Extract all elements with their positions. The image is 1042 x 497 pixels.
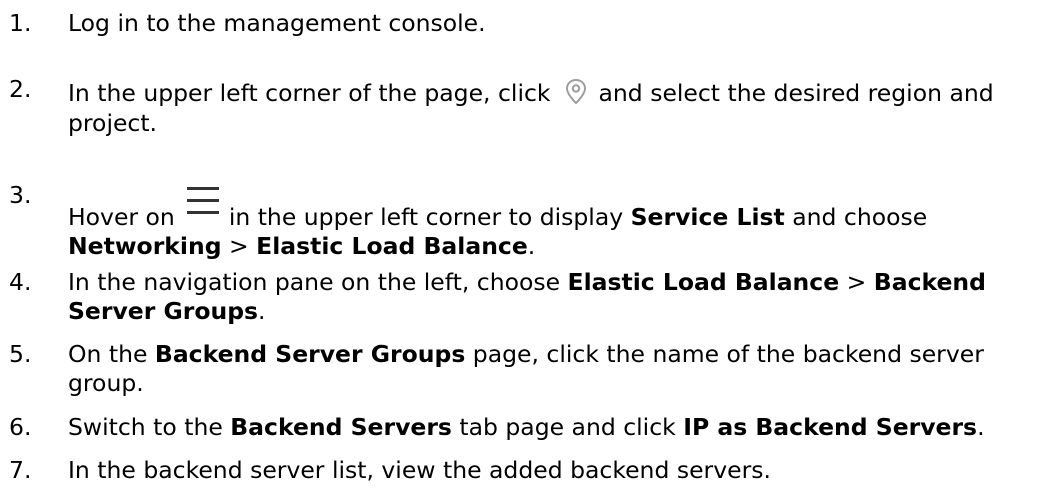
step-number: 6. — [9, 413, 32, 441]
step-number: 5. — [9, 340, 32, 368]
step-number: 3. — [9, 181, 32, 209]
step-text: Switch to the Backend Servers tab page a… — [68, 413, 985, 441]
step-number: 1. — [9, 9, 32, 37]
step-number: 7. — [9, 456, 32, 484]
step-text: In the upper left corner of the page, cl… — [68, 75, 1040, 138]
step-number: 4. — [9, 268, 32, 296]
step-text: In the navigation pane on the left, choo… — [68, 268, 986, 325]
hamburger-menu-icon — [183, 181, 223, 221]
step-number: 2. — [9, 75, 32, 103]
step-text: On the Backend Server Groups page, click… — [68, 340, 984, 397]
step-text: Hover on in the upper left corner to disp… — [68, 181, 1040, 261]
location-pin-icon — [559, 75, 593, 109]
step-text: Log in to the management console. — [68, 9, 486, 37]
step-text: In the backend server list, view the add… — [68, 456, 771, 484]
